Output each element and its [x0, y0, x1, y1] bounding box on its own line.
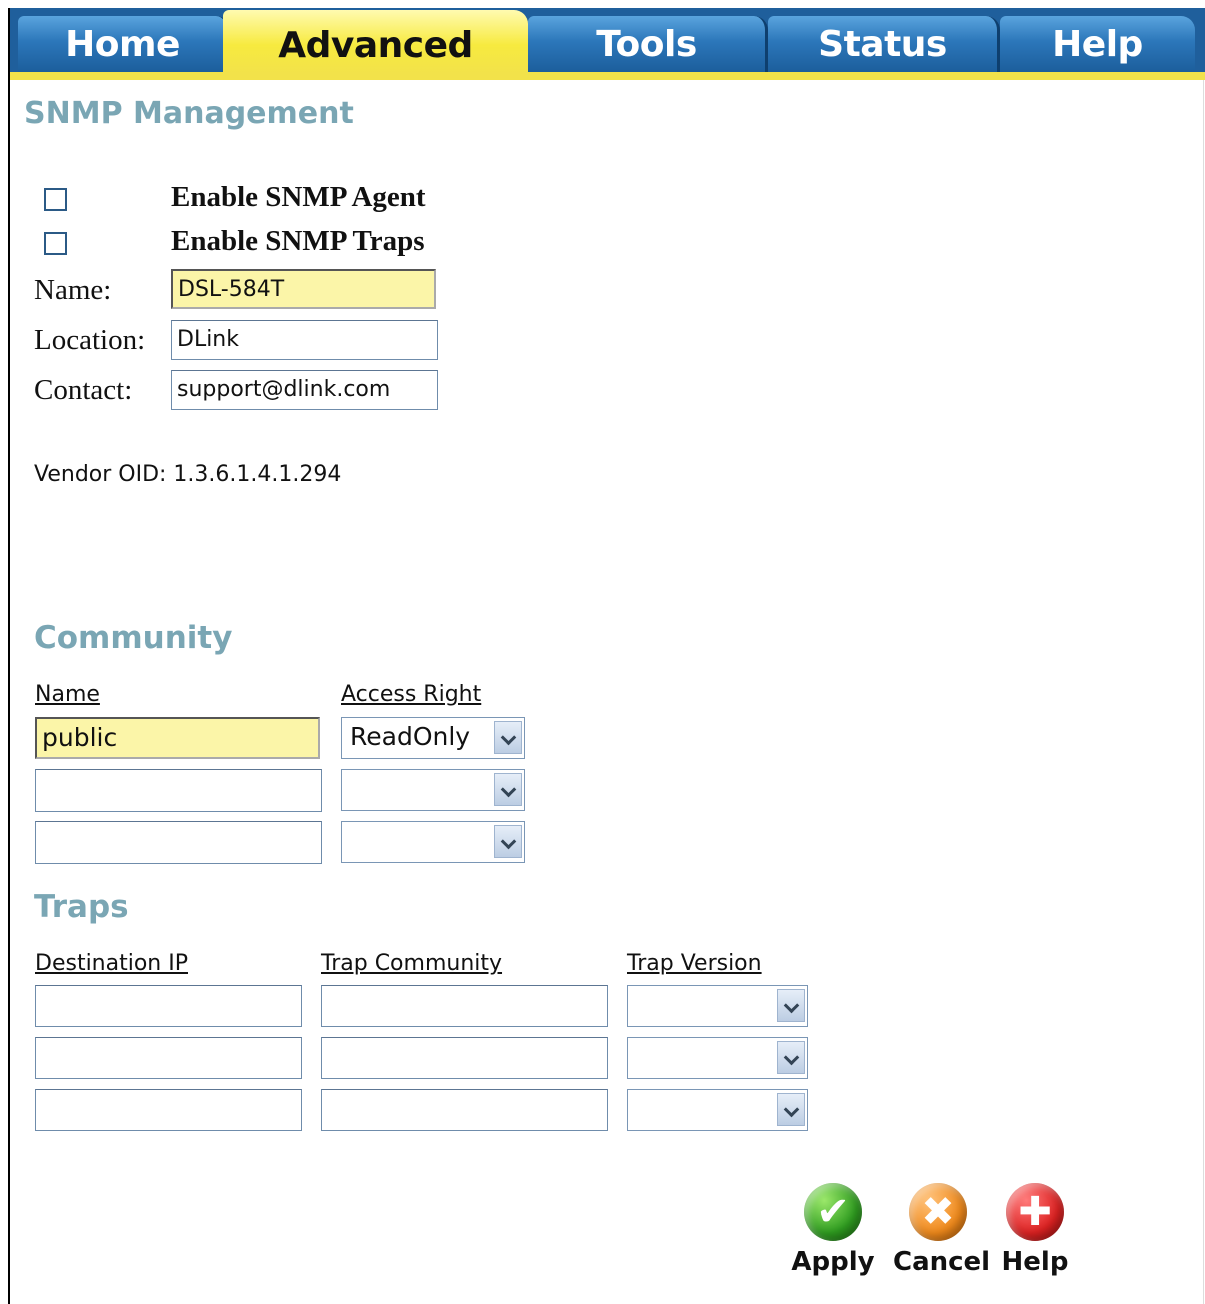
- community-name-header: Name: [35, 682, 100, 707]
- enable-snmp-agent-checkbox[interactable]: [44, 188, 67, 211]
- x-icon: ✖: [909, 1183, 967, 1241]
- trap-dest-ip-header: Destination IP: [35, 951, 188, 976]
- enable-snmp-traps-checkbox[interactable]: [44, 232, 67, 255]
- location-label: Location:: [34, 324, 146, 356]
- community-name-input-1[interactable]: public: [35, 717, 320, 759]
- page-title: SNMP Management: [24, 96, 354, 131]
- trap-version-select-3[interactable]: [627, 1089, 808, 1131]
- community-access-value-1: ReadOnly: [350, 722, 471, 751]
- community-access-select-3[interactable]: [341, 821, 525, 863]
- nav-underline: [10, 72, 1205, 80]
- trap-dest-ip-input-3[interactable]: [35, 1089, 302, 1131]
- name-label: Name:: [34, 274, 112, 306]
- tab-home[interactable]: Home: [18, 16, 230, 72]
- community-access-header: Access Right: [341, 682, 482, 707]
- help-label: Help: [1001, 1247, 1069, 1277]
- trap-version-header: Trap Version: [627, 951, 762, 976]
- check-icon: ✔: [804, 1183, 862, 1241]
- contact-input[interactable]: support@dlink.com: [171, 370, 438, 410]
- location-input[interactable]: DLink: [171, 320, 438, 360]
- traps-title: Traps: [34, 889, 129, 925]
- chevron-down-icon[interactable]: [777, 989, 805, 1022]
- vendor-oid: Vendor OID: 1.3.6.1.4.1.294: [34, 462, 342, 487]
- name-input[interactable]: DSL-584T: [171, 269, 436, 309]
- tab-advanced[interactable]: Advanced: [223, 10, 528, 74]
- apply-button[interactable]: ✔ Apply: [788, 1183, 878, 1277]
- chevron-down-icon[interactable]: [777, 1041, 805, 1074]
- top-nav: Home Advanced Tools Status Help: [10, 8, 1205, 80]
- tab-tools[interactable]: Tools: [528, 16, 768, 72]
- trap-community-input-2[interactable]: [321, 1037, 608, 1079]
- chevron-down-icon[interactable]: [494, 825, 522, 858]
- chevron-down-icon[interactable]: [494, 721, 522, 754]
- help-button[interactable]: ✚ Help: [990, 1183, 1080, 1277]
- trap-community-input-3[interactable]: [321, 1089, 608, 1131]
- enable-snmp-traps-label: Enable SNMP Traps: [171, 225, 425, 257]
- trap-dest-ip-input-1[interactable]: [35, 985, 302, 1027]
- community-name-input-2[interactable]: [35, 769, 322, 812]
- chevron-down-icon[interactable]: [494, 773, 522, 806]
- cancel-button[interactable]: ✖ Cancel: [893, 1183, 991, 1277]
- chevron-down-icon[interactable]: [777, 1093, 805, 1126]
- plus-icon: ✚: [1006, 1183, 1064, 1241]
- enable-snmp-agent-label: Enable SNMP Agent: [171, 181, 426, 213]
- community-title: Community: [34, 620, 233, 656]
- community-access-select-2[interactable]: [341, 769, 525, 811]
- trap-community-input-1[interactable]: [321, 985, 608, 1027]
- trap-community-header: Trap Community: [321, 951, 503, 976]
- cancel-label: Cancel: [893, 1247, 991, 1277]
- community-name-input-3[interactable]: [35, 821, 322, 864]
- trap-dest-ip-input-2[interactable]: [35, 1037, 302, 1079]
- tab-status[interactable]: Status: [768, 16, 1000, 72]
- trap-version-select-2[interactable]: [627, 1037, 808, 1079]
- apply-label: Apply: [791, 1247, 875, 1277]
- tab-help[interactable]: Help: [1000, 16, 1195, 72]
- contact-label: Contact:: [34, 374, 133, 406]
- trap-version-select-1[interactable]: [627, 985, 808, 1027]
- community-access-select-1[interactable]: ReadOnly: [341, 717, 525, 759]
